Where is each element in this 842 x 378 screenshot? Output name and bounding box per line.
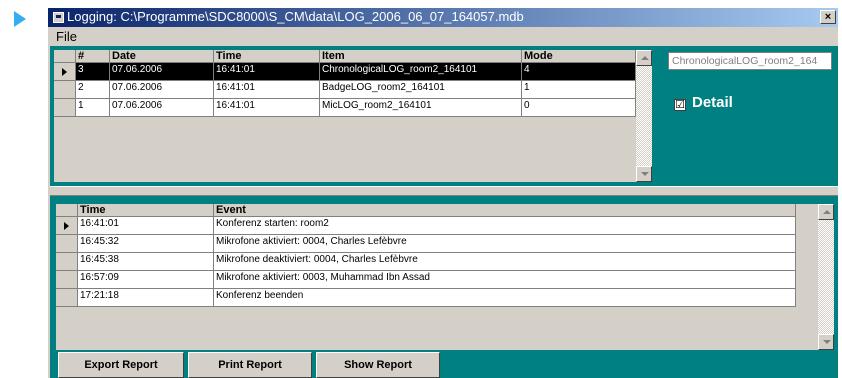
- cell-mode: 0: [522, 99, 636, 117]
- cell-event: Mikrofone aktiviert: 0004, Charles Lefèb…: [214, 235, 796, 253]
- close-button[interactable]: ×: [820, 10, 836, 24]
- table-row[interactable]: 16:41:01 Konferenz starten: room2: [56, 217, 796, 235]
- header-corner: [54, 50, 76, 63]
- cell-num: 1: [76, 99, 110, 117]
- log-grid: # Date Time Item Mode 3 07.06.2006 16:41…: [54, 50, 636, 182]
- cell-mode: 1: [522, 81, 636, 99]
- cell-date: 07.06.2006: [110, 99, 214, 117]
- scroll-down-arrow-icon[interactable]: [636, 166, 652, 182]
- panel-splitter[interactable]: [50, 186, 838, 196]
- table-row[interactable]: 2 07.06.2006 16:41:01 BadgeLOG_room2_164…: [54, 81, 636, 99]
- title-bar[interactable]: Logging: C:\Programme\SDC8000\S_CM\data\…: [48, 8, 838, 27]
- logging-window: Logging: C:\Programme\SDC8000\S_CM\data\…: [48, 8, 838, 378]
- log-grid-scrollbar[interactable]: [636, 50, 652, 182]
- cell-time: 16:45:38: [78, 253, 214, 271]
- column-header-event[interactable]: Event: [214, 204, 796, 217]
- cell-time: 17:21:18: [78, 289, 214, 307]
- print-report-button[interactable]: Print Report: [188, 352, 312, 378]
- current-row-arrow-icon: [62, 68, 67, 76]
- item-name-field[interactable]: ChronologicalLOG_room2_164: [668, 52, 832, 70]
- cell-time: 16:57:09: [78, 271, 214, 289]
- table-row[interactable]: 16:57:09 Mikrofone aktiviert: 0003, Muha…: [56, 271, 796, 289]
- row-selector[interactable]: [56, 235, 78, 253]
- column-header-mode[interactable]: Mode: [522, 50, 636, 63]
- column-header-time[interactable]: Time: [78, 204, 214, 217]
- column-header-item[interactable]: Item: [320, 50, 522, 63]
- cell-event: Konferenz beenden: [214, 289, 796, 307]
- window-title: Logging: C:\Programme\SDC8000\S_CM\data\…: [67, 9, 524, 24]
- detail-label: Detail: [692, 94, 733, 111]
- table-row[interactable]: 16:45:32 Mikrofone aktiviert: 0004, Char…: [56, 235, 796, 253]
- row-selector[interactable]: [56, 289, 78, 307]
- menu-file[interactable]: File: [56, 29, 77, 44]
- cell-item: MicLOG_room2_164101: [320, 99, 522, 117]
- scroll-up-arrow-icon[interactable]: [818, 204, 834, 220]
- row-selector[interactable]: [56, 271, 78, 289]
- cell-time: 16:41:01: [214, 81, 320, 99]
- row-selector[interactable]: [54, 99, 76, 117]
- export-report-button[interactable]: Export Report: [58, 352, 184, 378]
- event-grid: Time Event 16:41:01 Konferenz starten: r…: [56, 204, 818, 350]
- current-row-arrow-icon: [64, 222, 69, 230]
- cell-time: 16:41:01: [214, 99, 320, 117]
- cell-mode: 4: [522, 63, 636, 81]
- row-selector[interactable]: [54, 63, 76, 81]
- table-row[interactable]: 16:45:38 Mikrofone deaktiviert: 0004, Ch…: [56, 253, 796, 271]
- cell-time: 16:45:32: [78, 235, 214, 253]
- header-corner: [56, 204, 78, 217]
- cell-date: 07.06.2006: [110, 63, 214, 81]
- column-header-num[interactable]: #: [76, 50, 110, 63]
- app-icon: [53, 12, 64, 23]
- table-row[interactable]: 17:21:18 Konferenz beenden: [56, 289, 796, 307]
- event-grid-scrollbar[interactable]: [818, 204, 834, 350]
- cell-event: Mikrofone aktiviert: 0003, Muhammad Ibn …: [214, 271, 796, 289]
- cell-num: 3: [76, 63, 110, 81]
- detail-checkbox[interactable]: ☑: [674, 99, 686, 111]
- log-panel: # Date Time Item Mode 3 07.06.2006 16:41…: [50, 46, 838, 186]
- table-row[interactable]: 3 07.06.2006 16:41:01 ChronologicalLOG_r…: [54, 63, 636, 81]
- scroll-up-arrow-icon[interactable]: [636, 50, 652, 66]
- row-selector[interactable]: [54, 81, 76, 99]
- cell-event: Konferenz starten: room2: [214, 217, 796, 235]
- menu-bar: File: [48, 27, 838, 46]
- table-row[interactable]: 1 07.06.2006 16:41:01 MicLOG_room2_16410…: [54, 99, 636, 117]
- event-panel: Time Event 16:41:01 Konferenz starten: r…: [50, 196, 838, 378]
- cell-item: ChronologicalLOG_room2_164101: [320, 63, 522, 81]
- cell-time: 16:41:01: [78, 217, 214, 235]
- cell-time: 16:41:01: [214, 63, 320, 81]
- cell-item: BadgeLOG_room2_164101: [320, 81, 522, 99]
- cell-num: 2: [76, 81, 110, 99]
- row-selector[interactable]: [56, 217, 78, 235]
- column-header-date[interactable]: Date: [110, 50, 214, 63]
- cell-date: 07.06.2006: [110, 81, 214, 99]
- column-header-time[interactable]: Time: [214, 50, 320, 63]
- pointer-arrow-icon: [14, 11, 26, 27]
- cell-event: Mikrofone deaktiviert: 0004, Charles Lef…: [214, 253, 796, 271]
- show-report-button[interactable]: Show Report: [316, 352, 440, 378]
- row-selector[interactable]: [56, 253, 78, 271]
- scroll-down-arrow-icon[interactable]: [818, 334, 834, 350]
